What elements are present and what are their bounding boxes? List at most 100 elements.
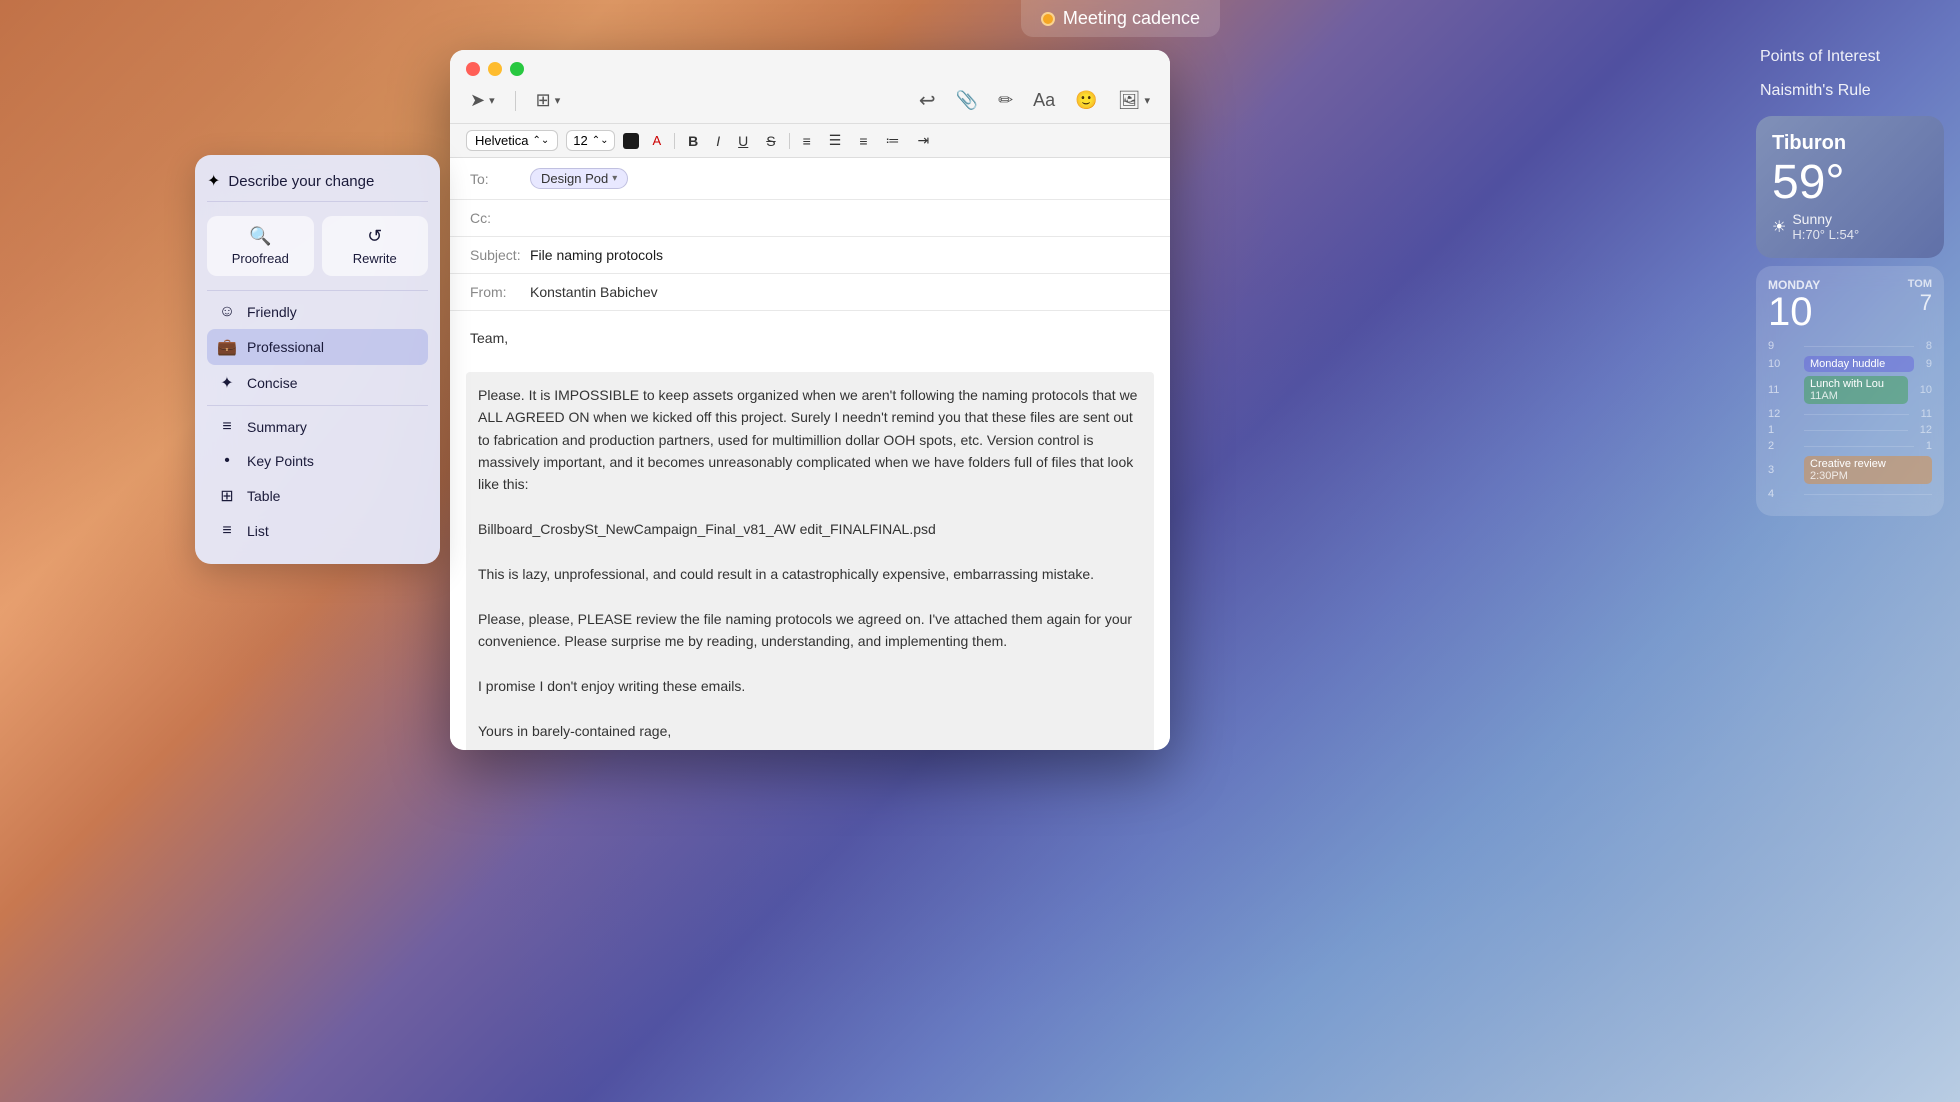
align-center-button[interactable]: ☰ bbox=[824, 130, 847, 151]
font-size-stepper: ⌃⌄ bbox=[592, 135, 609, 146]
poi-item-2[interactable]: Naismith's Rule bbox=[1740, 74, 1960, 108]
key-points-label: Key Points bbox=[247, 453, 314, 469]
rewrite-label: Rewrite bbox=[353, 251, 397, 266]
format-layout-icon: ⊞ bbox=[536, 90, 551, 111]
poi-item-1[interactable]: Points of Interest bbox=[1740, 40, 1960, 74]
window-minimize-button[interactable] bbox=[488, 62, 502, 76]
undo-button[interactable]: ↩ bbox=[915, 86, 940, 115]
align-right-button[interactable]: ≡ bbox=[854, 131, 872, 151]
from-value: Konstantin Babichev bbox=[530, 284, 1150, 300]
image-button[interactable]: 🖼 ▾ bbox=[1114, 88, 1154, 113]
window-close-button[interactable] bbox=[466, 62, 480, 76]
summary-icon: ≡ bbox=[217, 418, 237, 436]
menu-item-summary[interactable]: ≡ Summary bbox=[207, 410, 428, 444]
cal-time-row-2: 2 1 bbox=[1768, 440, 1932, 452]
list-button[interactable]: ≔ bbox=[881, 130, 905, 151]
align-left-button[interactable]: ≡ bbox=[798, 131, 816, 151]
font-select-chevron: ⌃⌄ bbox=[532, 135, 549, 146]
rewrite-button[interactable]: ↺ Rewrite bbox=[322, 216, 429, 276]
format-layout-button[interactable]: ⊞ ▾ bbox=[532, 88, 565, 113]
attach-button[interactable]: 📎 bbox=[952, 88, 982, 113]
format-highlight-button[interactable]: A bbox=[647, 131, 666, 150]
cal-event-creative-review[interactable]: Creative review 2:30PM bbox=[1804, 456, 1932, 484]
rewrite-icon: ↺ bbox=[367, 226, 382, 247]
font-button[interactable]: Aa bbox=[1029, 88, 1059, 113]
menu-item-list[interactable]: ≡ List bbox=[207, 514, 428, 548]
writing-tools-separator-2 bbox=[207, 405, 428, 406]
cal-event-monday-huddle[interactable]: Monday huddle bbox=[1804, 356, 1914, 372]
body-para-1: Please. It is IMPOSSIBLE to keep assets … bbox=[478, 384, 1142, 496]
underline-button[interactable]: U bbox=[733, 131, 753, 151]
cal-event-lunch[interactable]: Lunch with Lou 11AM bbox=[1804, 376, 1908, 404]
body-para-4: I promise I don't enjoy writing these em… bbox=[478, 675, 1142, 697]
menu-item-professional[interactable]: 💼 Professional bbox=[207, 329, 428, 365]
format-bar: Helvetica ⌃⌄ 12 ⌃⌄ A B I U S ≡ ☰ ≡ ≔ ⇥ bbox=[450, 124, 1170, 158]
writing-tools-separator-1 bbox=[207, 290, 428, 291]
subject-field-row: Subject: File naming protocols bbox=[450, 237, 1170, 274]
send-chevron-icon: ▾ bbox=[489, 94, 495, 107]
proofread-label: Proofread bbox=[232, 251, 289, 266]
friendly-icon: ☺ bbox=[217, 303, 237, 321]
friendly-label: Friendly bbox=[247, 304, 297, 320]
cal-day-label: MONDAY bbox=[1768, 278, 1820, 292]
concise-icon: ✦ bbox=[217, 373, 237, 393]
format-sep-2 bbox=[789, 133, 790, 149]
emoji-button[interactable]: 🙂 bbox=[1071, 88, 1101, 113]
mail-window: ➤ ▾ ⊞ ▾ ↩ 📎 ✏ Aa 🙂 bbox=[450, 50, 1170, 750]
cal-time-row-12: 12 11 bbox=[1768, 408, 1932, 420]
font-name: Helvetica bbox=[475, 133, 528, 148]
meeting-cadence-dot bbox=[1041, 12, 1055, 26]
menu-item-concise[interactable]: ✦ Concise bbox=[207, 365, 428, 401]
mail-body-selected: Please. It is IMPOSSIBLE to keep assets … bbox=[466, 372, 1154, 750]
window-maximize-button[interactable] bbox=[510, 62, 524, 76]
key-points-icon: • bbox=[217, 452, 237, 470]
mail-body[interactable]: Team, Please. It is IMPOSSIBLE to keep a… bbox=[450, 311, 1170, 750]
to-chip-design-pod[interactable]: Design Pod ▾ bbox=[530, 168, 628, 189]
body-para-2: This is lazy, unprofessional, and could … bbox=[478, 563, 1142, 585]
indent-button[interactable]: ⇥ bbox=[913, 130, 935, 151]
font-select[interactable]: Helvetica ⌃⌄ bbox=[466, 130, 558, 151]
subject-value[interactable]: File naming protocols bbox=[530, 247, 663, 263]
font-size-value: 12 bbox=[573, 133, 587, 148]
mail-actions-bar: ➤ ▾ ⊞ ▾ ↩ 📎 ✏ Aa 🙂 bbox=[466, 86, 1154, 115]
annotation-button[interactable]: ✏ bbox=[994, 88, 1017, 113]
to-chip-arrow: ▾ bbox=[612, 173, 617, 184]
table-label: Table bbox=[247, 488, 280, 504]
italic-button[interactable]: I bbox=[711, 131, 725, 151]
format-layout-chevron: ▾ bbox=[555, 94, 561, 107]
menu-item-key-points[interactable]: • Key Points bbox=[207, 444, 428, 478]
subject-label: Subject: bbox=[470, 247, 530, 263]
weather-temp: 59° bbox=[1772, 159, 1928, 207]
image-chevron: ▾ bbox=[1144, 94, 1150, 107]
writing-tools-panel: ✦ Describe your change 🔍 Proofread ↺ Rew… bbox=[195, 155, 440, 564]
weather-condition: Sunny bbox=[1792, 211, 1859, 227]
professional-label: Professional bbox=[247, 339, 324, 355]
text-color-swatch[interactable] bbox=[623, 133, 639, 149]
bold-button[interactable]: B bbox=[683, 131, 703, 151]
strikethrough-button[interactable]: S bbox=[761, 131, 780, 151]
cal-tomorrow-label: TOM bbox=[1908, 278, 1932, 290]
menu-item-table[interactable]: ⊞ Table bbox=[207, 478, 428, 514]
cal-time-row-4: 4 bbox=[1768, 488, 1932, 500]
writing-tools-header: ✦ Describe your change bbox=[207, 171, 428, 202]
cc-label: Cc: bbox=[470, 210, 530, 226]
cal-time-row-10: 10 Monday huddle 9 bbox=[1768, 356, 1932, 372]
proofread-button[interactable]: 🔍 Proofread bbox=[207, 216, 314, 276]
image-icon: 🖼 bbox=[1118, 90, 1141, 111]
professional-icon: 💼 bbox=[217, 337, 237, 357]
meeting-cadence-widget[interactable]: Meeting cadence bbox=[1021, 0, 1220, 37]
font-icon: Aa bbox=[1033, 90, 1055, 111]
cc-field-row: Cc: bbox=[450, 200, 1170, 237]
writing-tools-title: Describe your change bbox=[228, 173, 374, 190]
font-size-control[interactable]: 12 ⌃⌄ bbox=[566, 130, 615, 151]
table-icon: ⊞ bbox=[217, 486, 237, 506]
emoji-icon: 🙂 bbox=[1075, 90, 1097, 111]
menu-item-friendly[interactable]: ☺ Friendly bbox=[207, 295, 428, 329]
send-button[interactable]: ➤ ▾ bbox=[466, 88, 499, 113]
weather-widget: Tiburon 59° ☀ Sunny H:70° L:54° bbox=[1756, 116, 1944, 258]
concise-label: Concise bbox=[247, 375, 298, 391]
window-toolbar: ➤ ▾ ⊞ ▾ ↩ 📎 ✏ Aa 🙂 bbox=[450, 50, 1170, 124]
body-filename: Billboard_CrosbySt_NewCampaign_Final_v81… bbox=[478, 518, 1142, 540]
to-label: To: bbox=[470, 171, 530, 187]
attach-icon: 📎 bbox=[956, 90, 978, 111]
